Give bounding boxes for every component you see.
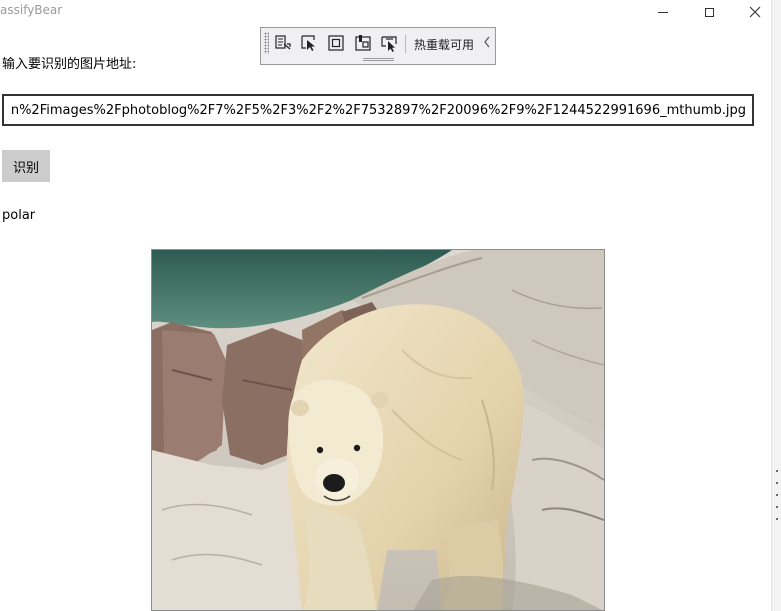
bear-photo <box>151 249 605 611</box>
xaml-debug-toolbar: 热重载可用 <box>260 27 496 65</box>
live-visual-tree-icon <box>275 35 291 50</box>
window-right-edge <box>771 0 781 611</box>
track-focus-icon <box>355 35 371 51</box>
maximize-button[interactable] <box>686 0 732 24</box>
url-prompt-label: 输入要识别的图片地址: <box>2 57 137 72</box>
toolbar-grip-icon[interactable] <box>264 32 269 54</box>
minimize-button[interactable] <box>640 0 686 24</box>
toolbar-separator <box>405 35 406 53</box>
select-element-icon <box>301 35 315 51</box>
display-layout-adorners-icon <box>328 35 344 51</box>
minimize-icon <box>658 11 668 13</box>
toolbar-drag-handle[interactable] <box>363 58 394 61</box>
recognize-button[interactable]: 识别 <box>2 150 50 182</box>
track-focus-button[interactable] <box>353 33 373 53</box>
live-visual-tree-button[interactable] <box>273 33 293 53</box>
classification-result: polar <box>2 208 36 223</box>
preview-selection-icon <box>381 36 397 52</box>
hot-reload-status[interactable]: 热重载可用 <box>414 36 474 53</box>
collapse-toolbar-button[interactable] <box>483 36 491 51</box>
display-layout-adorners-button[interactable] <box>326 33 346 53</box>
select-element-button[interactable] <box>299 33 319 53</box>
preview-selection-button[interactable] <box>379 33 399 53</box>
close-icon <box>749 6 761 18</box>
maximize-icon <box>704 7 714 17</box>
window-title: assifyBear <box>0 3 63 17</box>
collapse-chevron-icon <box>484 36 490 48</box>
image-url-input[interactable] <box>2 94 754 126</box>
